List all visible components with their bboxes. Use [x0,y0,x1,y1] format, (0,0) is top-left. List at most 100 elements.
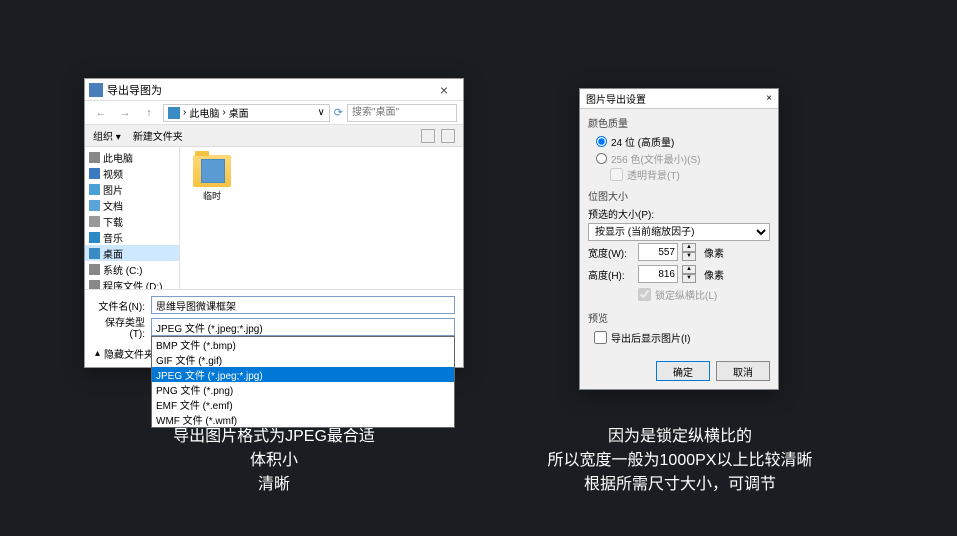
close-icon: × [440,82,448,98]
caption-line: 体积小 [84,449,464,473]
caption-line: 因为是锁定纵横比的 [520,425,840,449]
tree-item[interactable]: 此电脑 [85,149,179,165]
pc-icon [168,107,180,119]
tree-icon [89,168,100,179]
bitmap-size-group: 位图大小 预选的大小(P): 按显示 (当前缩放因子) 宽度(W): ▲▼ 像素… [588,188,770,304]
height-row: 高度(H): ▲▼ 像素 [588,263,770,285]
preview-label: 预览 [588,310,770,325]
nav-bar: ← → ↑ › 此电脑 › 桌面 ∨ ⟳ [85,101,463,125]
file-list[interactable]: 临时 [180,147,463,289]
show-after-input[interactable] [594,331,607,344]
path-current: 桌面 [229,105,249,120]
ok-button[interactable]: 确定 [656,361,710,381]
button-row: 确定 取消 [580,353,778,389]
tree-item[interactable]: 系统 (C:) [85,261,179,277]
left-caption: 导出图片格式为JPEG最合适 体积小 清晰 [84,425,464,497]
format-option[interactable]: EMF 文件 (*.emf) [152,397,454,412]
radio-24bit-input[interactable] [596,136,607,147]
back-button[interactable]: ← [91,103,111,123]
preset-label: 预选的大小(P): [588,206,770,221]
path-bar[interactable]: › 此电脑 › 桌面 ∨ [163,104,330,122]
radio-256[interactable]: 256 色(文件最小)(S) [588,150,770,167]
tree-icon [89,216,100,227]
tree-icon [89,184,100,195]
tree-item[interactable]: 下载 [85,213,179,229]
radio-24bit[interactable]: 24 位 (高质量) [588,133,770,150]
show-after-check[interactable]: 导出后显示图片(I) [588,328,770,347]
chevron-up-icon: ▴ [95,348,100,359]
preview-group: 预览 导出后显示图片(I) [588,310,770,347]
path-root: 此电脑 [189,105,219,120]
folder-icon [193,155,231,187]
settings-title: 图片导出设置 [586,91,766,106]
caption-line: 导出图片格式为JPEG最合适 [84,425,464,449]
format-list: BMP 文件 (*.bmp)GIF 文件 (*.gif)JPEG 文件 (*.j… [151,336,455,428]
tree-label: 程序文件 (D:) [103,278,162,290]
filename-label: 文件名(N): [93,298,145,313]
width-label: 宽度(W): [588,245,634,260]
tree-icon [89,152,100,163]
titlebar: 导出导图为 × [85,79,463,101]
tree-item[interactable]: 程序文件 (D:) [85,277,179,289]
tree-label: 下载 [103,214,123,229]
tree-label: 桌面 [103,246,123,261]
height-input[interactable] [638,265,678,283]
tree-item[interactable]: 文档 [85,197,179,213]
transparent-bg-check: 透明背景(T) [588,167,770,182]
bitmap-size-label: 位图大小 [588,188,770,203]
color-quality-label: 颜色质量 [588,115,770,130]
savetype-dropdown[interactable]: BMP 文件 (*.bmp)GIF 文件 (*.gif)JPEG 文件 (*.j… [151,318,455,336]
width-spinner[interactable]: ▲▼ [682,243,696,261]
view-icon[interactable] [421,129,435,143]
up-button[interactable]: ↑ [139,103,159,123]
export-settings-dialog: 图片导出设置 × 颜色质量 24 位 (高质量) 256 色(文件最小)(S) … [579,88,779,390]
app-icon [89,83,103,97]
folder-label: 临时 [203,189,221,202]
tree-item[interactable]: 音乐 [85,229,179,245]
close-button[interactable]: × [429,80,459,100]
save-as-dialog: 导出导图为 × ← → ↑ › 此电脑 › 桌面 ∨ ⟳ 组织 ▾ 新建文件夹 … [84,78,464,368]
tree-label: 图片 [103,182,123,197]
folder-item[interactable]: 临时 [188,155,236,202]
transparent-bg-input [610,168,623,181]
hide-folders-toggle[interactable]: ▴ 隐藏文件夹 [95,346,154,361]
search-input[interactable] [347,104,457,122]
folder-tree: 此电脑视频图片文档下载音乐桌面系统 (C:)程序文件 (D:)生活资料 (E:) [85,147,180,289]
help-icon[interactable] [441,129,455,143]
tree-label: 文档 [103,198,123,213]
format-option[interactable]: PNG 文件 (*.png) [152,382,454,397]
preset-select[interactable]: 按显示 (当前缩放因子) [588,223,770,241]
format-option[interactable]: JPEG 文件 (*.jpeg;*.jpg) [152,367,454,382]
window-title: 导出导图为 [107,82,429,98]
settings-close-button[interactable]: × [766,93,772,104]
forward-button[interactable]: → [115,103,135,123]
tree-item[interactable]: 图片 [85,181,179,197]
width-input[interactable] [638,243,678,261]
settings-titlebar: 图片导出设置 × [580,89,778,109]
height-spinner[interactable]: ▲▼ [682,265,696,283]
caption-line: 根据所需尺寸大小，可调节 [520,473,840,497]
tree-icon [89,232,100,243]
tree-label: 视频 [103,166,123,181]
height-unit: 像素 [704,267,724,282]
cancel-button[interactable]: 取消 [716,361,770,381]
main-area: 此电脑视频图片文档下载音乐桌面系统 (C:)程序文件 (D:)生活资料 (E:)… [85,147,463,289]
tree-icon [89,280,100,290]
right-caption: 因为是锁定纵横比的 所以宽度一般为1000PX以上比较清晰 根据所需尺寸大小，可… [520,425,840,497]
savetype-value[interactable] [151,318,455,336]
tree-item[interactable]: 视频 [85,165,179,181]
height-label: 高度(H): [588,267,634,282]
radio-256-input[interactable] [596,153,607,164]
tree-label: 此电脑 [103,150,133,165]
tree-item[interactable]: 桌面 [85,245,179,261]
filename-input[interactable] [151,296,455,314]
organize-menu[interactable]: 组织 ▾ [93,128,121,143]
refresh-icon[interactable]: ⟳ [334,106,343,119]
tree-label: 系统 (C:) [103,262,142,277]
format-option[interactable]: WMF 文件 (*.wmf) [152,412,454,427]
format-option[interactable]: BMP 文件 (*.bmp) [152,337,454,352]
new-folder-button[interactable]: 新建文件夹 [133,128,183,143]
hide-folders-label: 隐藏文件夹 [104,346,154,361]
format-option[interactable]: GIF 文件 (*.gif) [152,352,454,367]
tree-icon [89,248,100,259]
